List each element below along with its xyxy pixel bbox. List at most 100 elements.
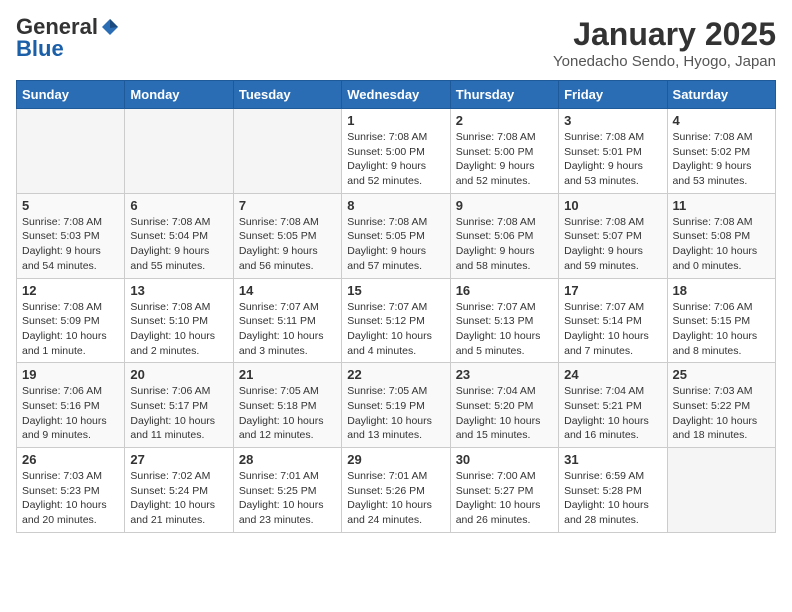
calendar-cell: 14Sunrise: 7:07 AM Sunset: 5:11 PM Dayli… [233,278,341,363]
calendar-cell: 16Sunrise: 7:07 AM Sunset: 5:13 PM Dayli… [450,278,558,363]
day-number: 6 [130,198,227,213]
day-info: Sunrise: 6:59 AM Sunset: 5:28 PM Dayligh… [564,469,661,528]
calendar-week-5: 26Sunrise: 7:03 AM Sunset: 5:23 PM Dayli… [17,448,776,533]
calendar-cell: 13 Sunrise: 7:08 AM Sunset: 5:10 PM Dayli… [125,278,233,363]
calendar-week-3: 12Sunrise: 7:08 AM Sunset: 5:09 PM Dayli… [17,278,776,363]
day-info: Sunrise: 7:07 AM Sunset: 5:14 PM Dayligh… [564,300,661,359]
calendar-cell: 23 Sunrise: 7:04 AM Sunset: 5:20 PM Dayli… [450,363,558,448]
day-number: 16 [456,283,553,298]
day-info: Sunrise: 7:08 AM Sunset: 5:07 PM Dayligh… [564,215,661,274]
day-info: Sunrise: 7:08 AM Sunset: 5:00 PM Dayligh… [456,130,553,189]
day-number: 14 [239,283,336,298]
calendar-cell: 2Sunrise: 7:08 AM Sunset: 5:00 PM Daylig… [450,109,558,194]
day-info: Sunrise: 7:05 AM Sunset: 5:18 PM Dayligh… [239,384,336,443]
day-number: 7 [239,198,336,213]
logo-icon [100,17,120,37]
calendar-cell: 21Sunrise: 7:05 AM Sunset: 5:18 PM Dayli… [233,363,341,448]
calendar-cell [233,109,341,194]
day-info: Sunrise: 7:08 AM Sunset: 5:05 PM Dayligh… [239,215,336,274]
day-info: Sunrise: 7:06 AM Sunset: 5:15 PM Dayligh… [673,300,770,359]
weekday-header-friday: Friday [559,81,667,109]
day-number: 20 [130,367,227,382]
day-number: 22 [347,367,444,382]
calendar-cell: 8 Sunrise: 7:08 AM Sunset: 5:05 PM Daylig… [342,193,450,278]
calendar-cell [17,109,125,194]
logo-blue-text: Blue [16,38,64,60]
page-header: General Blue January 2025 Yonedacho Send… [16,16,776,70]
calendar-cell: 25 Sunrise: 7:03 AM Sunset: 5:22 PM Dayli… [667,363,775,448]
weekday-header-thursday: Thursday [450,81,558,109]
day-info: Sunrise: 7:08 AM Sunset: 5:00 PM Dayligh… [347,130,444,189]
day-info: Sunrise: 7:04 AM Sunset: 5:21 PM Dayligh… [564,384,661,443]
day-info: Sunrise: 7:00 AM Sunset: 5:27 PM Dayligh… [456,469,553,528]
weekday-header-saturday: Saturday [667,81,775,109]
day-number: 13 [130,283,227,298]
day-info: Sunrise: 7:06 AM Sunset: 5:17 PM Dayligh… [130,384,227,443]
day-number: 3 [564,113,661,128]
calendar-cell: 15Sunrise: 7:07 AM Sunset: 5:12 PM Dayli… [342,278,450,363]
day-number: 12 [22,283,119,298]
calendar-cell: 20 Sunrise: 7:06 AM Sunset: 5:17 PM Dayli… [125,363,233,448]
weekday-header-tuesday: Tuesday [233,81,341,109]
calendar-cell [667,448,775,533]
calendar-table: SundayMondayTuesdayWednesdayThursdayFrid… [16,80,776,533]
day-number: 8 [347,198,444,213]
day-info: Sunrise: 7:08 AM Sunset: 5:10 PM Dayligh… [130,300,227,359]
day-number: 19 [22,367,119,382]
calendar-cell [125,109,233,194]
calendar-cell: 11 Sunrise: 7:08 AM Sunset: 5:08 PM Dayli… [667,193,775,278]
calendar-cell: 19 Sunrise: 7:06 AM Sunset: 5:16 PM Dayli… [17,363,125,448]
day-info: Sunrise: 7:08 AM Sunset: 5:02 PM Dayligh… [673,130,770,189]
day-info: Sunrise: 7:08 AM Sunset: 5:03 PM Dayligh… [22,215,119,274]
calendar-cell: 9 Sunrise: 7:08 AM Sunset: 5:06 PM Daylig… [450,193,558,278]
day-number: 5 [22,198,119,213]
calendar-week-1: 1 Sunrise: 7:08 AM Sunset: 5:00 PM Daylig… [17,109,776,194]
day-number: 9 [456,198,553,213]
calendar-cell: 3 Sunrise: 7:08 AM Sunset: 5:01 PM Daylig… [559,109,667,194]
day-number: 29 [347,452,444,467]
day-info: Sunrise: 7:01 AM Sunset: 5:26 PM Dayligh… [347,469,444,528]
weekday-header-row: SundayMondayTuesdayWednesdayThursdayFrid… [17,81,776,109]
day-info: Sunrise: 7:02 AM Sunset: 5:24 PM Dayligh… [130,469,227,528]
calendar-cell: 17 Sunrise: 7:07 AM Sunset: 5:14 PM Dayli… [559,278,667,363]
day-number: 18 [673,283,770,298]
day-info: Sunrise: 7:08 AM Sunset: 5:08 PM Dayligh… [673,215,770,274]
logo-general-text: General [16,16,98,38]
day-info: Sunrise: 7:07 AM Sunset: 5:12 PM Dayligh… [347,300,444,359]
day-number: 27 [130,452,227,467]
day-number: 4 [673,113,770,128]
day-info: Sunrise: 7:03 AM Sunset: 5:23 PM Dayligh… [22,469,119,528]
calendar-cell: 28Sunrise: 7:01 AM Sunset: 5:25 PM Dayli… [233,448,341,533]
calendar-cell: 4 Sunrise: 7:08 AM Sunset: 5:02 PM Daylig… [667,109,775,194]
calendar-cell: 27 Sunrise: 7:02 AM Sunset: 5:24 PM Dayli… [125,448,233,533]
weekday-header-wednesday: Wednesday [342,81,450,109]
day-number: 1 [347,113,444,128]
calendar-cell: 24 Sunrise: 7:04 AM Sunset: 5:21 PM Dayli… [559,363,667,448]
calendar-cell: 12Sunrise: 7:08 AM Sunset: 5:09 PM Dayli… [17,278,125,363]
calendar-cell: 31 Sunrise: 6:59 AM Sunset: 5:28 PM Dayli… [559,448,667,533]
calendar-cell: 5 Sunrise: 7:08 AM Sunset: 5:03 PM Daylig… [17,193,125,278]
day-info: Sunrise: 7:04 AM Sunset: 5:20 PM Dayligh… [456,384,553,443]
calendar-cell: 29 Sunrise: 7:01 AM Sunset: 5:26 PM Dayli… [342,448,450,533]
day-info: Sunrise: 7:05 AM Sunset: 5:19 PM Dayligh… [347,384,444,443]
month-title: January 2025 [553,16,776,53]
day-info: Sunrise: 7:08 AM Sunset: 5:06 PM Dayligh… [456,215,553,274]
calendar-cell: 30 Sunrise: 7:00 AM Sunset: 5:27 PM Dayli… [450,448,558,533]
day-number: 30 [456,452,553,467]
calendar-cell: 10Sunrise: 7:08 AM Sunset: 5:07 PM Dayli… [559,193,667,278]
day-info: Sunrise: 7:06 AM Sunset: 5:16 PM Dayligh… [22,384,119,443]
day-number: 23 [456,367,553,382]
day-info: Sunrise: 7:08 AM Sunset: 5:04 PM Dayligh… [130,215,227,274]
weekday-header-monday: Monday [125,81,233,109]
day-number: 17 [564,283,661,298]
day-number: 31 [564,452,661,467]
calendar-cell: 22 Sunrise: 7:05 AM Sunset: 5:19 PM Dayli… [342,363,450,448]
day-info: Sunrise: 7:08 AM Sunset: 5:05 PM Dayligh… [347,215,444,274]
day-number: 25 [673,367,770,382]
day-info: Sunrise: 7:03 AM Sunset: 5:22 PM Dayligh… [673,384,770,443]
day-number: 11 [673,198,770,213]
calendar-cell: 7 Sunrise: 7:08 AM Sunset: 5:05 PM Daylig… [233,193,341,278]
day-info: Sunrise: 7:08 AM Sunset: 5:01 PM Dayligh… [564,130,661,189]
weekday-header-sunday: Sunday [17,81,125,109]
day-number: 24 [564,367,661,382]
